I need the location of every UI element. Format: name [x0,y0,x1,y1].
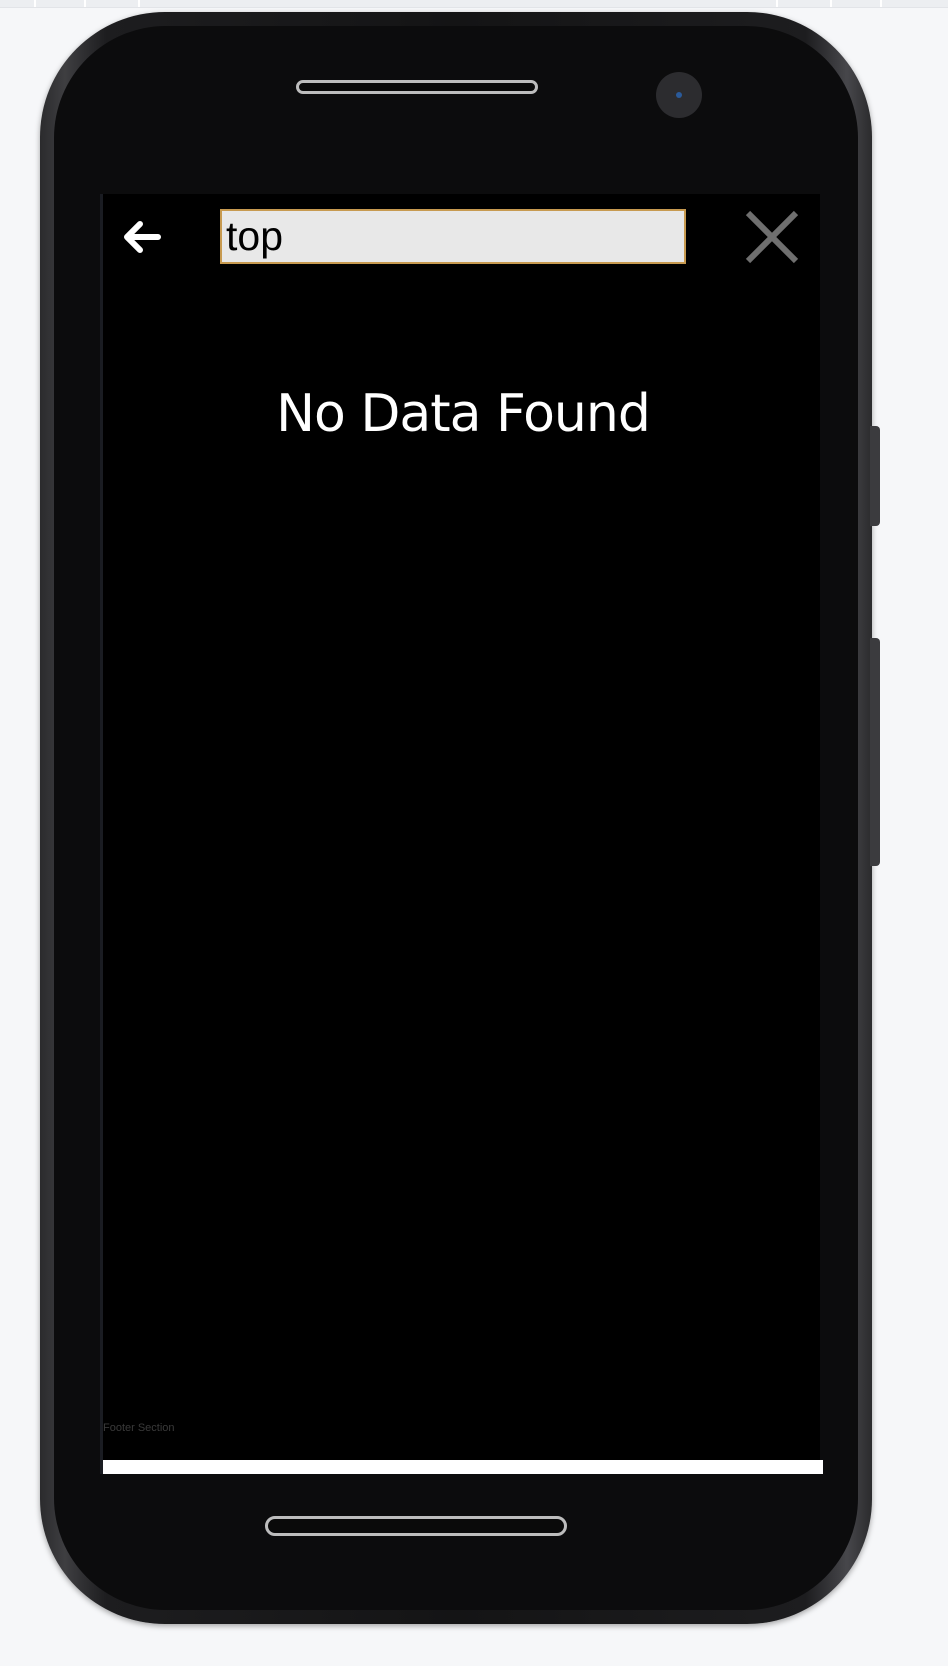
tab-separator [776,0,778,7]
tab-separator [830,0,832,7]
top-strip [0,0,948,8]
tab-separator [138,0,140,7]
close-icon [745,210,799,264]
bottom-speaker [265,1516,567,1536]
volume-button [870,426,880,526]
search-input[interactable] [220,209,686,264]
tab-separator [34,0,36,7]
tab-separator [84,0,86,7]
power-button [870,638,880,866]
earpiece-speaker [296,80,538,94]
front-camera [656,72,702,118]
app-screen: No Data Found Footer Section [100,194,823,1474]
close-button[interactable] [743,208,801,266]
back-button[interactable] [119,214,165,260]
footer-bar [103,1460,823,1474]
tab-separator [880,0,882,7]
no-data-message: No Data Found [276,384,651,444]
arrow-left-icon [124,221,161,253]
footer-label: Footer Section [103,1422,175,1434]
